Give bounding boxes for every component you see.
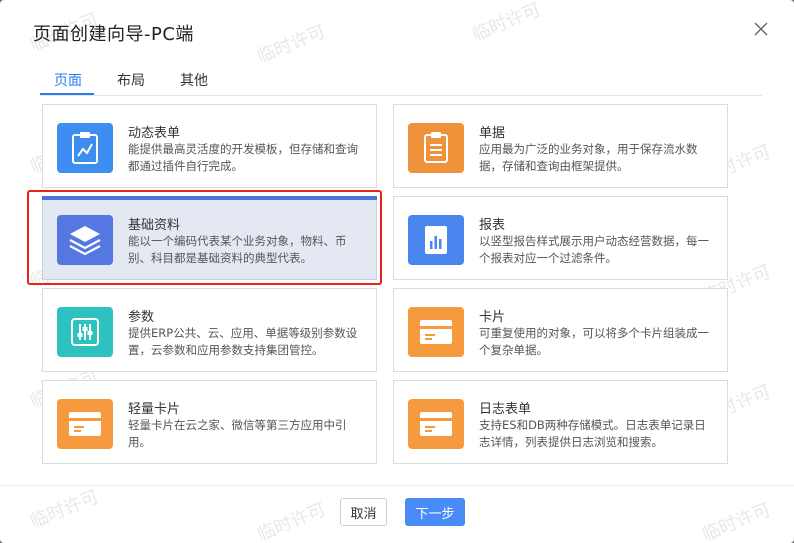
card-title: 动态表单 [128,126,181,141]
card-icon [408,307,464,357]
report-chart-icon [408,215,464,265]
card-dynamic-form[interactable]: 动态表单 能提供最高灵活度的开发模板，但存储和查询都通过插件自行完成。 [42,104,377,188]
form-chart-icon [57,123,113,173]
watermark: 临时许可 [469,0,544,46]
watermark: 临时许可 [27,486,102,533]
watermark: 临时许可 [254,499,329,543]
card-title: 参数 [128,310,155,325]
layers-icon [57,215,113,265]
card-description: 能提供最高灵活度的开发模板，但存储和查询都通过插件自行完成。 [128,142,358,173]
card-card[interactable]: 卡片 可重复使用的对象，可以将多个卡片组装成一个复杂单据。 [393,288,728,372]
watermark: 临时许可 [699,499,774,543]
active-tab-indicator [40,93,94,95]
card-log-form[interactable]: 日志表单 支持ES和DB两种存储模式。日志表单记录日志详情，列表提供日志浏览和搜… [393,380,728,464]
card-title: 单据 [479,126,506,141]
card-title: 卡片 [479,310,506,325]
card-light-card[interactable]: 轻量卡片 轻量卡片在云之家、微信等第三方应用中引用。 [42,380,377,464]
sliders-icon [57,307,113,357]
card-description: 支持ES和DB两种存储模式。日志表单记录日志详情，列表提供日志浏览和搜索。 [479,418,706,449]
card-title: 基础资料 [128,218,181,233]
card-report[interactable]: 报表 以竖型报告样式展示用户动态经营数据，每一个报表对应一个过滤条件。 [393,196,728,280]
footer-divider [0,485,794,486]
document-icon [408,123,464,173]
card-description: 能以一个编码代表某个业务对象，物料、币别、科目都是基础资料的典型代表。 [128,234,347,265]
card-bill[interactable]: 单据 应用最为广泛的业务对象，用于保存流水数据，存储和查询由框架提供。 [393,104,728,188]
card-title: 报表 [479,218,506,233]
tab-other[interactable]: 其他 [180,70,208,90]
card-description: 以竖型报告样式展示用户动态经营数据，每一个报表对应一个过滤条件。 [479,234,709,265]
page-wizard-dialog: 临时许可 临时许可 临时许可 临时许可 临时许可 临时许可 临时许可 临时许可 … [0,0,794,543]
card-title: 轻量卡片 [128,402,181,417]
card-description: 应用最为广泛的业务对象，用于保存流水数据，存储和查询由框架提供。 [479,142,698,173]
card-icon [57,399,113,449]
tab-page[interactable]: 页面 [54,70,82,90]
dialog-title: 页面创建向导-PC端 [33,24,194,45]
cancel-button[interactable]: 取消 [340,498,387,526]
card-title: 日志表单 [479,402,532,417]
close-icon[interactable] [754,22,774,42]
card-description: 轻量卡片在云之家、微信等第三方应用中引用。 [128,418,347,449]
card-icon [408,399,464,449]
card-description: 可重复使用的对象，可以将多个卡片组装成一个复杂单据。 [479,326,709,357]
card-parameter[interactable]: 参数 提供ERP公共、云、应用、单据等级别参数设置，云参数和应用参数支持集团管控… [42,288,377,372]
card-basic-data[interactable]: 基础资料 能以一个编码代表某个业务对象，物料、币别、科目都是基础资料的典型代表。 [42,196,377,280]
next-step-button[interactable]: 下一步 [405,498,465,526]
tab-layout[interactable]: 布局 [117,70,145,90]
tab-bar: 页面 布局 其他 [40,60,762,96]
card-description: 提供ERP公共、云、应用、单据等级别参数设置，云参数和应用参数支持集团管控。 [128,326,358,357]
